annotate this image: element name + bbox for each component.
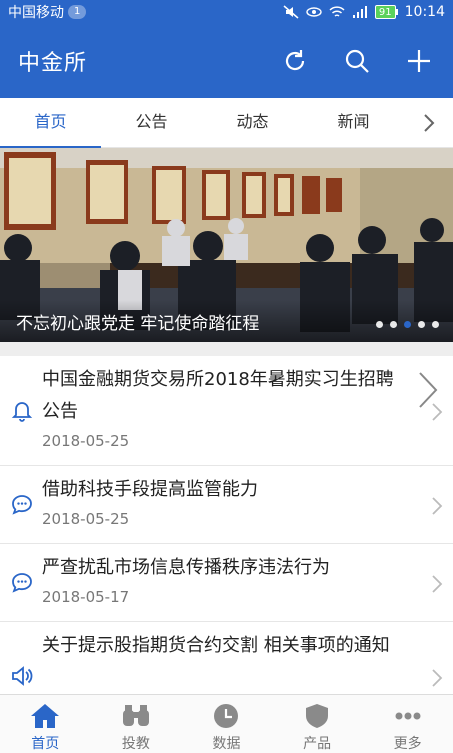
- chevron-right-icon: [432, 403, 443, 421]
- news-title: 借助科技手段提高监管能力: [42, 479, 258, 500]
- nav-home-icon-wrap: [28, 701, 62, 731]
- plus-icon: [408, 50, 430, 72]
- news-date: 2018-05-25: [42, 510, 130, 528]
- news-title: 严查扰乱市场信息传播秩序违法行为: [42, 557, 330, 578]
- banner-carousel[interactable]: 不忘初心跟党走 牢记使命踏征程: [0, 148, 453, 342]
- tab-announcements[interactable]: 公告: [101, 98, 202, 148]
- chat-icon: [12, 573, 32, 593]
- carousel-dot[interactable]: [390, 321, 397, 328]
- search-button[interactable]: [341, 45, 373, 77]
- chat-icon: [12, 495, 32, 515]
- refresh-icon: [285, 50, 305, 71]
- nav-products-icon-wrap: [300, 701, 334, 731]
- list-item[interactable]: 严查扰乱市场信息传播秩序违法行为 2018-05-17: [0, 544, 453, 622]
- tab-home[interactable]: 首页: [0, 98, 101, 149]
- bell-icon: [11, 402, 33, 422]
- speaker-icon: [12, 666, 33, 686]
- tab-updates[interactable]: 动态: [202, 98, 303, 148]
- nav-label: 数据: [212, 736, 241, 752]
- status-icons: 91 10:14: [283, 4, 445, 20]
- news-title: 中国金融期货交易所2018年暑期实习生招聘公告: [42, 369, 394, 422]
- chevron-right-icon: [432, 669, 443, 687]
- add-button[interactable]: [403, 45, 435, 77]
- nav-label: 产品: [303, 736, 332, 752]
- app-bar: 中金所: [0, 24, 453, 98]
- section-divider: [0, 342, 453, 356]
- home-icon: [31, 704, 60, 728]
- wifi-icon: [329, 6, 345, 17]
- battery-level: 91: [374, 5, 396, 19]
- eye-icon: [306, 7, 322, 17]
- clock-time: 10:14: [404, 4, 445, 20]
- status-bar: 中国移动 1 91 10:14: [0, 0, 453, 24]
- nav-data-icon-wrap: [209, 701, 243, 731]
- binoculars-icon: [122, 705, 149, 726]
- news-title: 关于提示股指期货合约交割 相关事项的通知: [42, 635, 390, 656]
- clock-icon: [214, 704, 239, 728]
- carousel-dot-active[interactable]: [404, 321, 411, 328]
- search-icon: [345, 49, 369, 73]
- list-item[interactable]: 中国金融期货交易所2018年暑期实习生招聘公告 2018-05-25: [0, 356, 453, 466]
- nav-education-icon-wrap: [119, 701, 153, 731]
- more-icon: [395, 712, 421, 720]
- carousel-dot[interactable]: [418, 321, 425, 328]
- carousel-dot[interactable]: [432, 321, 439, 328]
- signal-icon: [352, 6, 367, 18]
- news-date: 2018-05-25: [42, 432, 130, 450]
- category-tabs: 首页 公告 动态 新闻: [0, 98, 453, 149]
- list-item[interactable]: 借助科技手段提高监管能力 2018-05-25: [0, 466, 453, 544]
- nav-more[interactable]: 更多: [362, 695, 453, 753]
- nav-data[interactable]: 数据: [181, 695, 272, 753]
- nav-label: 首页: [31, 736, 60, 752]
- carrier: 中国移动 1: [8, 2, 87, 22]
- chevron-right-icon: [432, 575, 443, 593]
- tab-news[interactable]: 新闻: [303, 98, 404, 148]
- carrier-badge: 1: [68, 5, 87, 19]
- battery-icon: 91: [374, 5, 398, 19]
- chevron-right-icon: [423, 113, 434, 132]
- list-item[interactable]: 关于提示股指期货合约交割 相关事项的通知: [0, 622, 453, 694]
- nav-label: 投教: [121, 736, 150, 752]
- nav-home[interactable]: 首页: [0, 695, 91, 753]
- news-date: 2018-05-17: [42, 588, 130, 606]
- shield-icon: [306, 704, 329, 728]
- app-actions: [279, 45, 435, 77]
- app-title: 中金所: [18, 51, 88, 76]
- refresh-button[interactable]: [279, 45, 311, 77]
- bottom-nav: 首页 投教 数据 产品 更多: [0, 694, 453, 753]
- nav-label: 更多: [393, 736, 422, 752]
- tabs-scroll-button[interactable]: [404, 98, 453, 148]
- carousel-dot[interactable]: [376, 321, 383, 328]
- nav-products[interactable]: 产品: [272, 695, 363, 753]
- carousel-dots: [376, 321, 439, 328]
- chevron-right-icon: [432, 497, 443, 515]
- nav-education[interactable]: 投教: [91, 695, 182, 753]
- battery-tip: [395, 9, 398, 15]
- nav-more-icon-wrap: [391, 701, 425, 731]
- mute-icon: [283, 5, 299, 19]
- news-list: 中国金融期货交易所2018年暑期实习生招聘公告 2018-05-25 借助科技手…: [0, 356, 453, 694]
- carrier-name: 中国移动: [8, 5, 64, 21]
